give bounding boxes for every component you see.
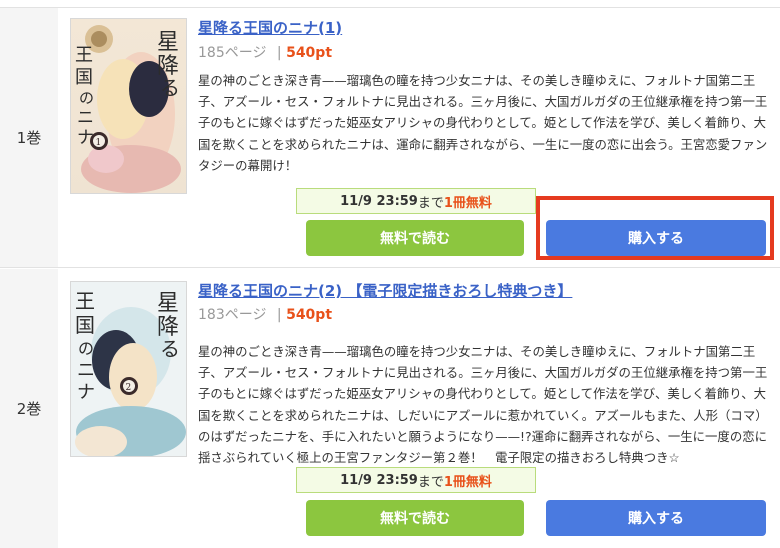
volume-description: 星の神のごとき深き青——瑠璃色の瞳を持つ少女ニナは、その美しき瞳ゆえに、フォルト…: [198, 344, 768, 466]
read-free-button[interactable]: 無料で読む: [306, 500, 524, 536]
volume-title-link[interactable]: 星降る王国のニナ(1): [198, 17, 342, 38]
meta-separator: |: [276, 307, 282, 323]
campaign-until: まで: [417, 195, 444, 211]
page-count: 183ページ: [198, 307, 267, 323]
cover-title-char: の: [78, 339, 94, 358]
cover-image-vol-2[interactable]: 2 王 国 の ニ ナ 星 降 る: [70, 281, 187, 457]
volume-row-2: 2巻 2 王 国 の ニ ナ 星 降 る 星降る王国のニナ(2) 【電子限定描き…: [0, 269, 780, 548]
volume-meta: 185ページ | 540pt: [198, 42, 332, 62]
cover-title-char: 王: [75, 289, 95, 313]
price: 540pt: [286, 45, 333, 61]
cover-title-char: の: [79, 89, 94, 107]
cover-title-char: 星: [157, 30, 179, 55]
cover-volume-number: 1: [96, 138, 102, 148]
volume-title-link[interactable]: 星降る王国のニナ(2) 【電子限定描きおろし特典つき】: [198, 280, 572, 301]
cover-title-char: ニ: [77, 108, 94, 128]
cover-title-char: ナ: [77, 382, 95, 403]
volume-row-1: 1巻 1 星 降 る 王 国 の ニ ナ 星降る王国のニナ(1) 185ページ …: [0, 8, 780, 268]
free-campaign-badge: 11/9 23:59 まで 1冊無料: [296, 188, 536, 214]
meta-separator: |: [276, 45, 282, 61]
volume-label: 2巻: [0, 269, 58, 548]
cover-title-char: ナ: [77, 128, 94, 148]
top-divider: [0, 0, 780, 8]
cover-title-char: 国: [75, 67, 93, 88]
cover-volume-number: 2: [126, 383, 132, 393]
cover-title-char: る: [160, 76, 180, 100]
campaign-free-label: 1冊無料: [443, 195, 492, 211]
purchase-button[interactable]: 購入する: [546, 500, 766, 536]
cover-image-vol-1[interactable]: 1 星 降 る 王 国 の ニ ナ: [70, 18, 187, 194]
cover-title-char: 国: [75, 313, 95, 337]
campaign-date: 11/9 23:59: [340, 193, 418, 209]
cover-title-char: る: [160, 337, 180, 361]
volume-description: 星の神のごとき深き青——瑠璃色の瞳を持つ少女ニナは、その美しき瞳ゆえに、フォルト…: [198, 73, 768, 173]
purchase-button[interactable]: 購入する: [546, 220, 766, 256]
page-count: 185ページ: [198, 45, 267, 61]
cover-title-char: 王: [75, 45, 93, 66]
volume-label: 1巻: [0, 8, 58, 267]
cover-title-char: ニ: [77, 360, 95, 381]
cover-title-char: 星: [157, 291, 179, 316]
campaign-date: 11/9 23:59: [340, 472, 418, 488]
price: 540pt: [286, 307, 333, 323]
campaign-until: まで: [417, 474, 444, 490]
free-campaign-badge: 11/9 23:59 まで 1冊無料: [296, 467, 536, 493]
read-free-button[interactable]: 無料で読む: [306, 220, 524, 256]
volume-meta: 183ページ | 540pt: [198, 304, 332, 324]
campaign-free-label: 1冊無料: [443, 474, 492, 490]
